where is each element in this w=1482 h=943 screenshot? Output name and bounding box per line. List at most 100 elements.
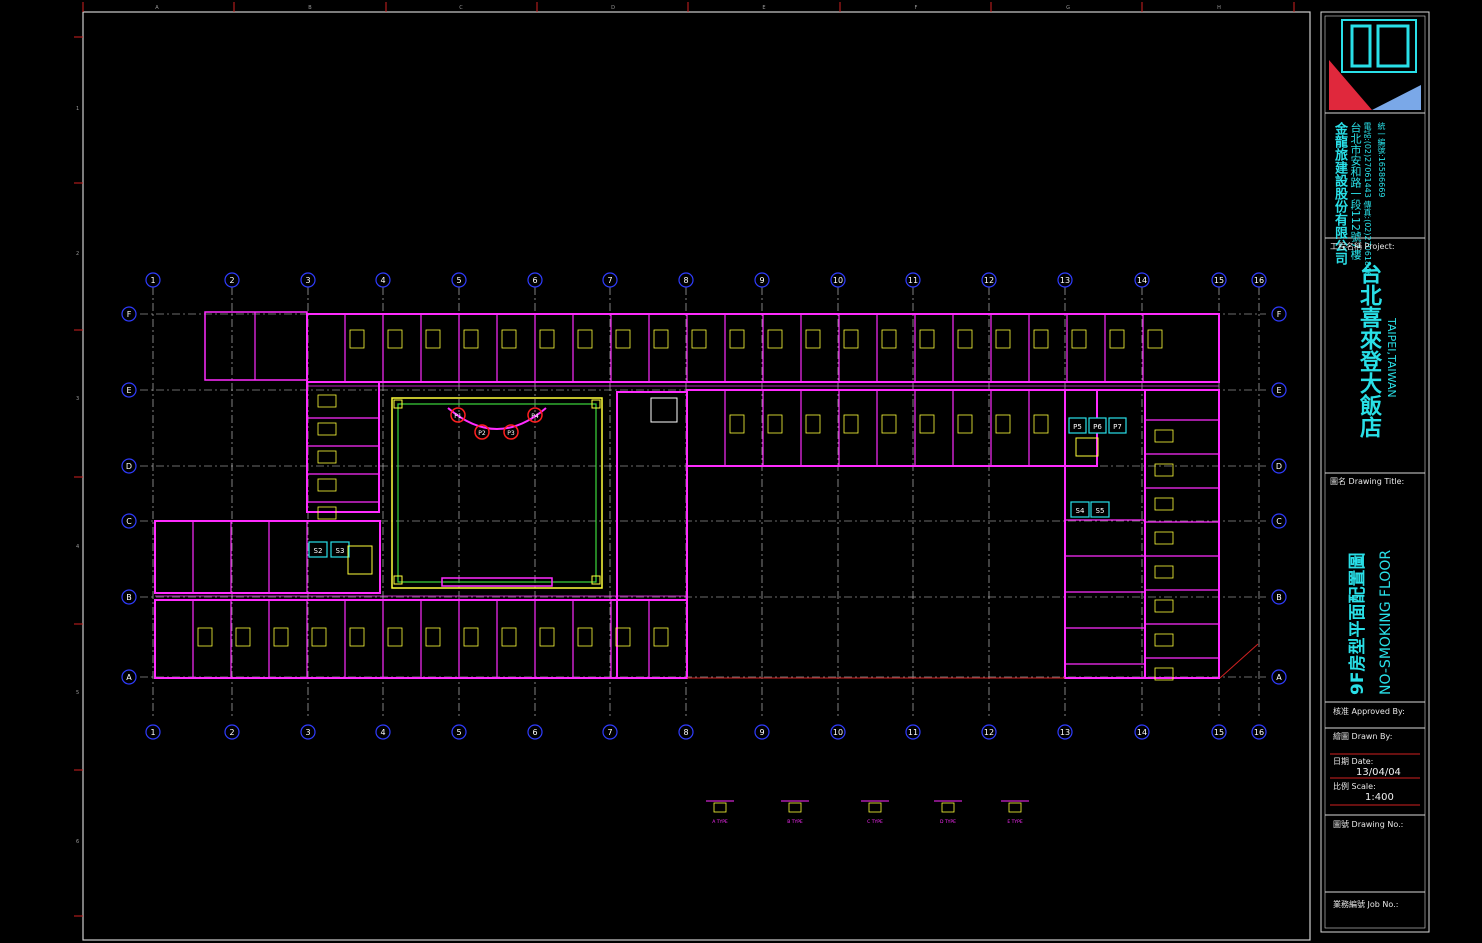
drawing-title-label: 圖名 Drawing Title: bbox=[1330, 477, 1405, 486]
middle-bed-fixture bbox=[881, 414, 897, 434]
legend-label-3: D TYPE bbox=[940, 819, 956, 825]
west-bed-fixture bbox=[317, 450, 337, 464]
circle-mark-label-P4: P4 bbox=[531, 413, 539, 420]
grid-bubble-bottom-7-label: 7 bbox=[607, 728, 612, 737]
frame-letter-A: A bbox=[155, 5, 159, 11]
north-bed-fixture bbox=[1109, 329, 1125, 349]
grid-bubble-left-D-label: D bbox=[126, 462, 132, 471]
middle-bed-fixture bbox=[805, 414, 821, 434]
middle-bed-fixture bbox=[729, 414, 745, 434]
grid-bubble-top-2-label: 2 bbox=[229, 276, 234, 285]
west-bed-fixture bbox=[317, 422, 337, 436]
grid-bubble-bottom-14-label: 14 bbox=[1137, 728, 1147, 737]
grid-bubble-right-F-label: F bbox=[1277, 310, 1282, 319]
grid-bubble-bottom-2-label: 2 bbox=[229, 728, 234, 737]
north-bed-fixture bbox=[425, 329, 441, 349]
grid-bubble-bottom-15-label: 15 bbox=[1214, 728, 1224, 737]
legend-symbol-2 bbox=[868, 802, 882, 813]
west-bed-fixture bbox=[317, 394, 337, 408]
grid-bubble-top-12-label: 12 bbox=[984, 276, 994, 285]
job-no-label: 業務編號 Job No.: bbox=[1333, 900, 1399, 909]
logo-glyph-mark-2 bbox=[1376, 24, 1410, 68]
elevator-label-P7: P7 bbox=[1113, 423, 1122, 431]
north-bed-fixture bbox=[729, 329, 745, 349]
frame-number-2: 2 bbox=[76, 251, 79, 257]
date-label: 日期 Date: bbox=[1333, 757, 1374, 766]
grid-bubble-right-B-label: B bbox=[1276, 593, 1282, 602]
middle-bed-fixture bbox=[919, 414, 935, 434]
east-bed-fixture bbox=[1154, 599, 1174, 613]
middle-bed-fixture bbox=[995, 414, 1011, 434]
scale-value: 1:400 bbox=[1365, 792, 1394, 803]
middle-band-outline bbox=[686, 389, 1098, 467]
frame-ticks bbox=[74, 2, 1295, 917]
grid-bubble-top-16-label: 16 bbox=[1254, 276, 1264, 285]
south-bed-fixture bbox=[539, 627, 555, 647]
grid-bubble-top-6-label: 6 bbox=[532, 276, 537, 285]
south-bed-fixture bbox=[235, 627, 251, 647]
middle-bed-fixture bbox=[843, 414, 859, 434]
grid-bubble-top-5-label: 5 bbox=[456, 276, 461, 285]
grid-bubble-top-1-label: 1 bbox=[150, 276, 155, 285]
approved-label: 核准 Approved By: bbox=[1333, 707, 1405, 716]
north-bed-fixture bbox=[919, 329, 935, 349]
frame-number-5: 5 bbox=[76, 690, 79, 696]
grid-bubble-right-E-label: E bbox=[1276, 386, 1281, 395]
north-bed-fixture bbox=[1147, 329, 1163, 349]
elevator-label-P6: P6 bbox=[1093, 423, 1102, 431]
legend-label-1: B TYPE bbox=[787, 819, 803, 825]
grid-bubble-top-11-label: 11 bbox=[908, 276, 918, 285]
courtyard-outer bbox=[391, 397, 603, 589]
logo-blue-triangle bbox=[1372, 85, 1421, 110]
grid-bubble-top-13-label: 13 bbox=[1060, 276, 1070, 285]
grid-bubbles: 1 2 3 4 5 6 7 8 9 10 11 12 13 14 15 161 2 3 4 5 6 7 8 9 10 11 12 13… bbox=[121, 272, 1287, 740]
circle-mark-label-P3: P3 bbox=[507, 430, 515, 437]
grid-bubble-top-15-label: 15 bbox=[1214, 276, 1224, 285]
grid-bubble-left-C-label: C bbox=[126, 517, 132, 526]
legend-symbol-1 bbox=[788, 802, 802, 813]
south-bed-fixture bbox=[349, 627, 365, 647]
south-bed-fixture bbox=[463, 627, 479, 647]
grid-bubble-left-A-label: A bbox=[126, 673, 132, 682]
east-bed-fixture bbox=[1154, 497, 1174, 511]
grid-bubble-left-B-label: B bbox=[126, 593, 132, 602]
south-bed-fixture bbox=[615, 627, 631, 647]
north-bed-fixture bbox=[957, 329, 973, 349]
north-bed-fixture bbox=[387, 329, 403, 349]
drawing-no-label: 圖號 Drawing No.: bbox=[1333, 820, 1404, 829]
south-bed-fixture bbox=[577, 627, 593, 647]
annex-box bbox=[204, 311, 308, 381]
project-label: 工程名稱 Project: bbox=[1330, 242, 1395, 251]
grid-bubble-bottom-6-label: 6 bbox=[532, 728, 537, 737]
drawing-title-en: NO-SMOKING FLOOR bbox=[1378, 549, 1394, 695]
elevator-label-P5: P5 bbox=[1073, 423, 1082, 431]
drawn-label: 繪圖 Drawn By: bbox=[1333, 732, 1393, 741]
north-bed-fixture bbox=[615, 329, 631, 349]
middle-bed-fixture bbox=[957, 414, 973, 434]
south-bed-fixture bbox=[653, 627, 669, 647]
north-bed-fixture bbox=[691, 329, 707, 349]
grid-bubble-left-E-label: E bbox=[126, 386, 131, 395]
stair-label-S5: S5 bbox=[1096, 507, 1105, 515]
grid-bubble-top-8-label: 8 bbox=[683, 276, 688, 285]
middle-bed-fixture bbox=[1033, 414, 1049, 434]
east-wing-rooms bbox=[1144, 389, 1220, 679]
legend-label-2: C TYPE bbox=[867, 819, 883, 825]
north-bed-fixture bbox=[1033, 329, 1049, 349]
north-bed-fixture bbox=[539, 329, 555, 349]
circle-mark-label-P2: P2 bbox=[478, 430, 486, 437]
project-name: 台北喜來登大飯店 bbox=[1356, 262, 1381, 438]
grid-bubble-bottom-13-label: 13 bbox=[1060, 728, 1070, 737]
stair-run-east bbox=[1075, 437, 1099, 457]
grid-bubble-top-14-label: 14 bbox=[1137, 276, 1147, 285]
drawing-frame bbox=[82, 11, 1311, 941]
north-bed-fixture bbox=[349, 329, 365, 349]
frame-letter-G: G bbox=[1066, 5, 1070, 11]
legend-symbol-3 bbox=[941, 802, 955, 813]
center-core-outline bbox=[616, 391, 688, 679]
north-bed-fixture bbox=[995, 329, 1011, 349]
stair-run-west bbox=[347, 545, 373, 575]
grid-bubble-bottom-3-label: 3 bbox=[305, 728, 310, 737]
company-address: 台北市安和路一段112號7樓 bbox=[1349, 122, 1362, 260]
courtyard bbox=[391, 397, 603, 589]
